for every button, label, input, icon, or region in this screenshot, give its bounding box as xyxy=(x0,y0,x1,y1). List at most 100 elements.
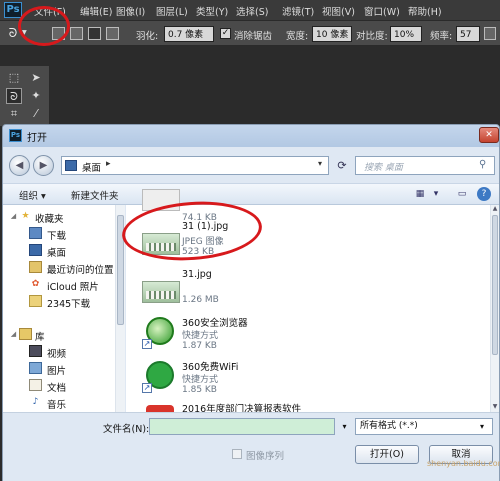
refresh-button[interactable]: ⟳ xyxy=(333,156,351,175)
menu-filter[interactable]: 滤镜(T) xyxy=(282,4,314,18)
nav-label-libraries: 库 xyxy=(35,332,45,343)
nav-icloud-photos[interactable]: ✿ iCloud 照片 xyxy=(3,277,115,293)
crop-tool-icon[interactable]: ⌗ xyxy=(6,106,22,122)
scroll-up-arrow-icon[interactable]: ▲ xyxy=(491,205,499,213)
menu-window[interactable]: 窗口(W) xyxy=(364,4,400,18)
filename-dropdown-icon[interactable]: ▾ xyxy=(339,418,350,435)
address-dropdown-icon[interactable]: ▾ xyxy=(318,159,322,168)
image-sequence-checkbox[interactable] xyxy=(232,449,242,459)
nav-music[interactable]: ♪ 音乐 xyxy=(3,395,115,411)
file-name: 360安全浏览器 xyxy=(182,318,248,329)
filename-input[interactable] xyxy=(149,418,335,435)
filelist-scrollbar[interactable]: ▲ ▼ xyxy=(490,205,499,412)
close-button[interactable]: ✕ xyxy=(479,127,499,143)
add-selection-icon[interactable] xyxy=(70,27,83,40)
marquee-tool-icon[interactable]: ⬚ xyxy=(6,70,22,86)
nav-recent-places[interactable]: 最近访问的位置 xyxy=(3,260,115,276)
file-type: 快捷方式 xyxy=(182,331,219,341)
search-input[interactable]: 搜索 桌面 ⚲ xyxy=(355,156,495,175)
navigation-pane: ◢ ★ 收藏夹 下载 桌面 最近访问的位置 ✿ iCloud 照片 2345下载… xyxy=(3,205,125,412)
menu-help[interactable]: 帮助(H) xyxy=(408,4,442,18)
photoshop-small-icon: Ps xyxy=(9,129,22,142)
open-button[interactable]: 打开(O) xyxy=(355,445,419,464)
nav-favorites[interactable]: ◢ ★ 收藏夹 xyxy=(3,209,115,225)
image-thumbnail xyxy=(142,281,180,303)
contrast-input[interactable]: 10% xyxy=(390,26,422,42)
scroll-down-arrow-icon[interactable]: ▼ xyxy=(491,403,499,411)
lasso-tool-button-icon[interactable]: ᘐ xyxy=(6,88,22,104)
move-tool-icon[interactable]: ➤ xyxy=(28,70,44,86)
nav-label-documents: 文档 xyxy=(47,383,67,394)
filelist-scroll-thumb[interactable] xyxy=(492,215,498,355)
eyedropper-tool-icon[interactable]: ⁄ xyxy=(28,106,44,122)
address-bar[interactable]: 桌面 ▸ ▾ xyxy=(61,156,329,175)
nav-label-recent: 最近访问的位置 xyxy=(47,265,114,276)
nav-pictures[interactable]: 图片 xyxy=(3,361,115,377)
back-button[interactable]: ◀ xyxy=(9,155,30,176)
menu-view[interactable]: 视图(V) xyxy=(322,4,355,18)
antialias-label: 消除锯齿 xyxy=(234,31,273,42)
music-icon: ♪ xyxy=(32,397,39,407)
menu-select[interactable]: 选择(S) xyxy=(236,4,268,18)
nav-desktop[interactable]: 桌面 xyxy=(3,243,115,259)
file-item-360-browser[interactable]: ↗ 360安全浏览器 快捷方式 1.87 KB xyxy=(136,313,376,363)
file-item-budget-software[interactable]: 2016年度部门决算报表软件 xyxy=(136,401,376,412)
nav-label-2345: 2345下载 xyxy=(47,299,91,310)
frequency-input[interactable]: 57 xyxy=(456,26,480,42)
intersect-selection-icon[interactable] xyxy=(106,27,119,40)
watermark-text: shenyan.baidu.com xyxy=(427,459,500,468)
file-item-31-jpg[interactable]: 31.jpg 1.26 MB xyxy=(136,267,376,317)
feather-input[interactable]: 0.7 像素 xyxy=(164,26,214,42)
help-icon[interactable]: ? xyxy=(477,187,491,201)
nav-label-pictures: 图片 xyxy=(47,366,67,377)
antialias-checkbox[interactable]: ✓ xyxy=(220,28,231,39)
file-name: 360免费WiFi xyxy=(182,362,239,373)
width-input[interactable]: 10 像素 xyxy=(312,26,352,42)
tablet-pressure-icon[interactable] xyxy=(484,27,496,40)
library-icon xyxy=(19,328,32,340)
address-text: 桌面 xyxy=(82,163,102,174)
photoshop-logo: Ps xyxy=(4,2,22,18)
breadcrumb-arrow-icon[interactable]: ▸ xyxy=(106,159,111,169)
file-name: 2016年度部门决算报表软件 xyxy=(182,404,302,412)
nav-documents[interactable]: 文档 xyxy=(3,378,115,394)
preview-pane-icon[interactable]: ▭ xyxy=(455,187,469,201)
menu-layer[interactable]: 图层(L) xyxy=(156,4,188,18)
frequency-label: 频率: xyxy=(430,31,453,42)
view-dropdown-icon[interactable]: ▾ xyxy=(429,187,443,201)
nav-label-icloud: iCloud 照片 xyxy=(47,282,99,293)
width-label: 宽度: xyxy=(286,31,309,42)
recent-places-icon xyxy=(29,261,42,273)
subtract-selection-icon[interactable] xyxy=(88,27,101,40)
search-icon[interactable]: ⚲ xyxy=(479,159,486,170)
menu-image[interactable]: 图像(I) xyxy=(116,4,145,18)
nav-2345-downloads[interactable]: 2345下载 xyxy=(3,294,115,310)
file-item-360-wifi[interactable]: ↗ 360免费WiFi 快捷方式 1.85 KB xyxy=(136,357,376,407)
format-value: 所有格式 (*.*) xyxy=(360,421,418,431)
nav-label-music: 音乐 xyxy=(47,400,67,411)
format-select[interactable]: 所有格式 (*.*) ▾ xyxy=(355,418,493,435)
app-icon xyxy=(146,405,174,412)
view-options-icon[interactable]: ▦ xyxy=(413,187,427,201)
nav-downloads[interactable]: 下载 xyxy=(3,226,115,242)
new-folder-button[interactable]: 新建文件夹 xyxy=(71,188,119,202)
nav-videos[interactable]: 视频 xyxy=(3,344,115,360)
dialog-footer: 文件名(N): ▾ 所有格式 (*.*) ▾ 图像序列 打开(O) 取消 she… xyxy=(3,412,500,481)
contrast-label: 对比度: xyxy=(356,31,388,42)
dialog-titlebar: Ps 打开 ✕ xyxy=(3,125,499,147)
shortcut-arrow-icon: ↗ xyxy=(142,339,152,349)
file-size: 1.87 KB xyxy=(182,341,217,351)
forward-button[interactable]: ▶ xyxy=(33,155,54,176)
format-dropdown-icon[interactable]: ▾ xyxy=(480,419,484,434)
menu-type[interactable]: 类型(Y) xyxy=(196,4,228,18)
menu-edit[interactable]: 编辑(E) xyxy=(80,4,112,18)
search-placeholder: 搜索 桌面 xyxy=(364,163,403,173)
organize-button[interactable]: 组织 ▾ xyxy=(19,188,46,202)
tool-options-bar: ᘐ ▾ 羽化: 0.7 像素 ✓ 消除锯齿 宽度: 10 像素 对比度: 10%… xyxy=(0,20,500,46)
nav-libraries[interactable]: ◢ 库 xyxy=(3,327,115,343)
file-size: 1.85 KB xyxy=(182,385,217,395)
photoshop-menubar: Ps 文件(F) 编辑(E) 图像(I) 图层(L) 类型(Y) 选择(S) 滤… xyxy=(0,0,500,20)
magic-wand-tool-icon[interactable]: ✦ xyxy=(28,88,44,104)
documents-icon xyxy=(29,379,42,391)
star-icon: ★ xyxy=(21,211,30,221)
